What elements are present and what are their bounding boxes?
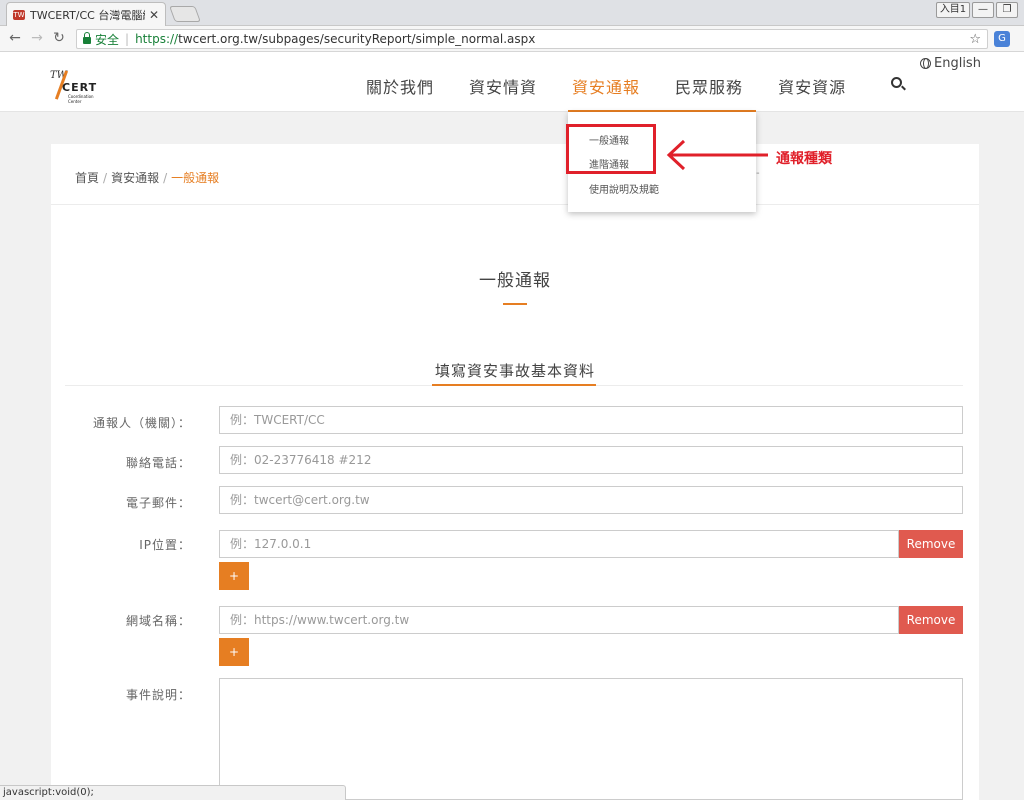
breadcrumb-separator: / [103, 171, 108, 185]
browser-tab[interactable]: TW TWCERT/CC 台灣電腦網 ✕ [6, 2, 166, 26]
nav-about[interactable]: 關於我們 [366, 74, 434, 98]
new-tab-button[interactable] [169, 6, 201, 22]
nav-services[interactable]: 民眾服務 [675, 74, 743, 98]
title-accent-bar [503, 303, 527, 305]
annotation-arrow-icon [666, 139, 768, 171]
nav-intel[interactable]: 資安情資 [469, 74, 537, 98]
breadcrumb-separator: / [163, 171, 168, 185]
breadcrumb-current: 一般通報 [171, 171, 220, 185]
breadcrumb-divider [51, 204, 979, 205]
domain-add-button[interactable]: + [219, 638, 249, 666]
reload-icon[interactable]: ↻ [50, 30, 68, 46]
bookmark-star-icon[interactable]: ☆ [969, 32, 981, 47]
tab-title: TWCERT/CC 台灣電腦網 [30, 8, 145, 22]
site-header: TW CERT Coordination Center 關於我們 資安情資 資安… [0, 52, 1024, 112]
status-bar: javascript:void(0); [0, 785, 346, 800]
reporter-input[interactable] [219, 406, 963, 434]
back-arrow-icon[interactable]: ← [6, 30, 24, 46]
logo-subtitle: Coordination Center [68, 94, 94, 104]
annotation-highlight-box [566, 124, 656, 174]
description-textarea[interactable] [219, 678, 963, 800]
reporter-label: 通報人（機關）： [92, 416, 191, 430]
tab-close-icon[interactable]: ✕ [149, 8, 159, 22]
minimize-button[interactable]: — [972, 2, 994, 18]
breadcrumb: 首頁 / 資安通報 / 一般通報 [75, 169, 219, 186]
lock-icon [83, 32, 91, 44]
search-icon[interactable] [891, 77, 902, 88]
language-switch[interactable]: English [920, 56, 981, 71]
site-favicon-icon: TW [13, 9, 25, 20]
browser-toolbar: ← → ↻ 安全 | https:// twcert.org.tw/subpag… [0, 26, 1024, 52]
nav-report[interactable]: 資安通報 [572, 74, 640, 98]
address-bar[interactable]: 安全 | https:// twcert.org.tw/subpages/sec… [76, 29, 988, 49]
page-title: 一般通報 [479, 271, 551, 291]
nav-resources[interactable]: 資安資源 [778, 74, 846, 98]
breadcrumb-parent[interactable]: 資安通報 [111, 171, 159, 185]
translate-extension-icon[interactable]: G [994, 31, 1010, 47]
section-title: 填寫資安事故基本資料 [434, 362, 595, 380]
address-separator: | [125, 32, 130, 46]
dropdown-item-guide[interactable]: 使用說明及規範 [589, 181, 659, 196]
description-label: 事件說明： [125, 688, 191, 702]
breadcrumb-home[interactable]: 首頁 [75, 171, 99, 185]
domain-remove-button[interactable]: Remove [899, 606, 963, 634]
annotation-label: 通報種類 [776, 151, 832, 167]
url-scheme: https:// [135, 32, 179, 46]
logo-cert: CERT [62, 81, 98, 94]
domain-label: 網域名稱： [125, 614, 191, 628]
forward-arrow-icon[interactable]: → [28, 30, 46, 46]
url-path: twcert.org.tw/subpages/securityReport/si… [178, 32, 536, 46]
phone-label: 聯絡電話： [125, 456, 191, 470]
restore-button[interactable]: ❐ [996, 2, 1018, 18]
window-controls: 入目1 — ❐ [936, 2, 1018, 18]
ip-input[interactable] [219, 530, 899, 558]
phone-input[interactable] [219, 446, 963, 474]
email-input[interactable] [219, 486, 963, 514]
profile-button[interactable]: 入目1 [936, 2, 970, 18]
ip-label: IP位置： [139, 538, 191, 552]
email-label: 電子郵件： [125, 496, 191, 510]
section-title-underline [432, 384, 596, 386]
main-nav: 關於我們 資安情資 資安通報 民眾服務 資安資源 [366, 74, 881, 98]
globe-icon [920, 58, 931, 69]
twcert-logo[interactable]: TW CERT Coordination Center [50, 70, 105, 104]
language-label: English [934, 56, 981, 71]
ip-remove-button[interactable]: Remove [899, 530, 963, 558]
security-label: 安全 [95, 32, 120, 47]
ip-add-button[interactable]: + [219, 562, 249, 590]
domain-input[interactable] [219, 606, 899, 634]
browser-tab-bar: TW TWCERT/CC 台灣電腦網 ✕ 入目1 — ❐ [0, 0, 1024, 26]
content-card: 首頁/資安通報/一般通報 一般通報 填寫資安事故基本資料 通報人（機關）： 聯絡… [51, 144, 979, 800]
